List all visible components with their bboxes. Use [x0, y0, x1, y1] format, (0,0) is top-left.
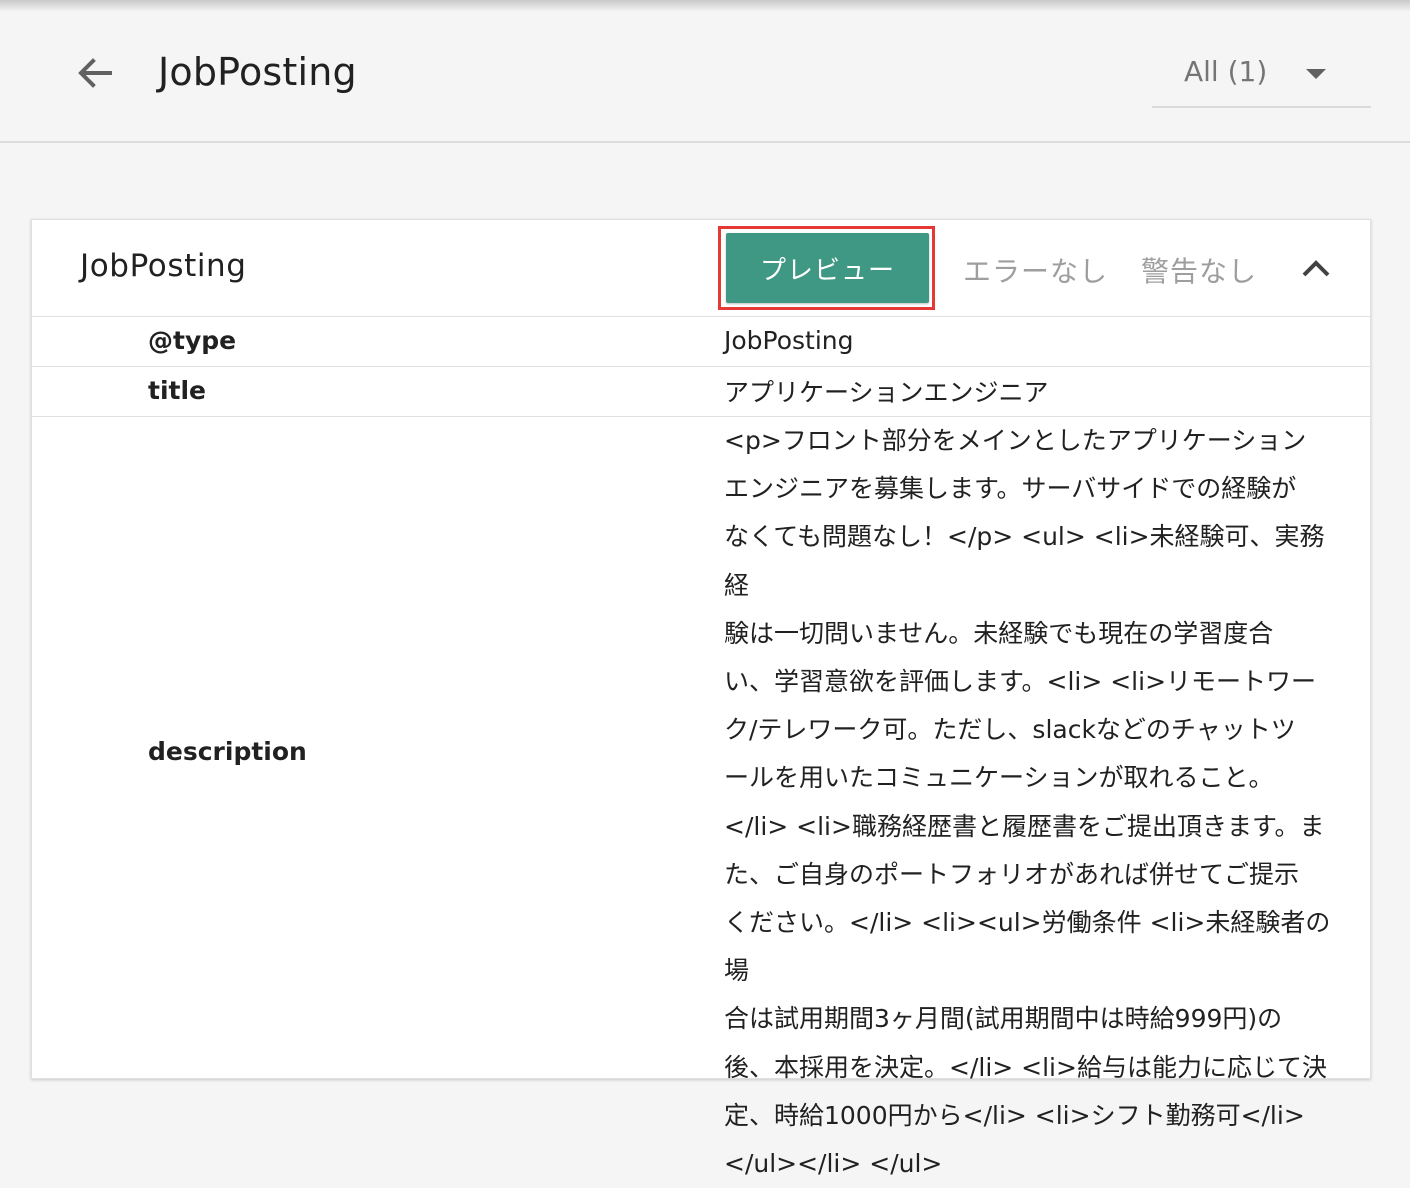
table-row: description <p>フロント部分をメインとしたアプリケーション エンジ…	[32, 417, 1370, 1178]
filter-selected-value: All (1)	[1184, 55, 1268, 88]
page-title: JobPosting	[158, 50, 357, 94]
arrow-back-icon	[78, 58, 112, 88]
collapse-button[interactable]	[1296, 248, 1336, 288]
property-key: @type	[148, 326, 237, 355]
property-value: アプリケーションエンジニア	[724, 378, 1049, 407]
structured-data-card: JobPosting プレビュー エラーなし 警告なし @type JobPos…	[31, 219, 1371, 1178]
results-filter-select[interactable]: All (1)	[1152, 44, 1371, 108]
card-title: JobPosting	[80, 248, 247, 284]
table-row: title アプリケーションエンジニア	[32, 367, 1370, 417]
back-button[interactable]	[72, 50, 118, 96]
table-row: @type JobPosting	[32, 317, 1370, 367]
property-value: <p>フロント部分をメインとしたアプリケーション エンジニアを募集します。サーバ…	[724, 426, 1331, 1179]
preview-button[interactable]: プレビュー	[726, 233, 929, 303]
errors-status: エラーなし	[963, 255, 1109, 288]
warnings-status: 警告なし	[1141, 255, 1258, 288]
caret-down-icon	[1306, 69, 1326, 79]
property-key: description	[148, 737, 307, 766]
page-header: JobPosting All (1)	[0, 0, 1410, 143]
property-key: title	[148, 376, 206, 405]
chevron-up-icon	[1302, 260, 1330, 277]
property-value: JobPosting	[724, 326, 854, 355]
card-header: JobPosting プレビュー エラーなし 警告なし	[32, 220, 1370, 317]
